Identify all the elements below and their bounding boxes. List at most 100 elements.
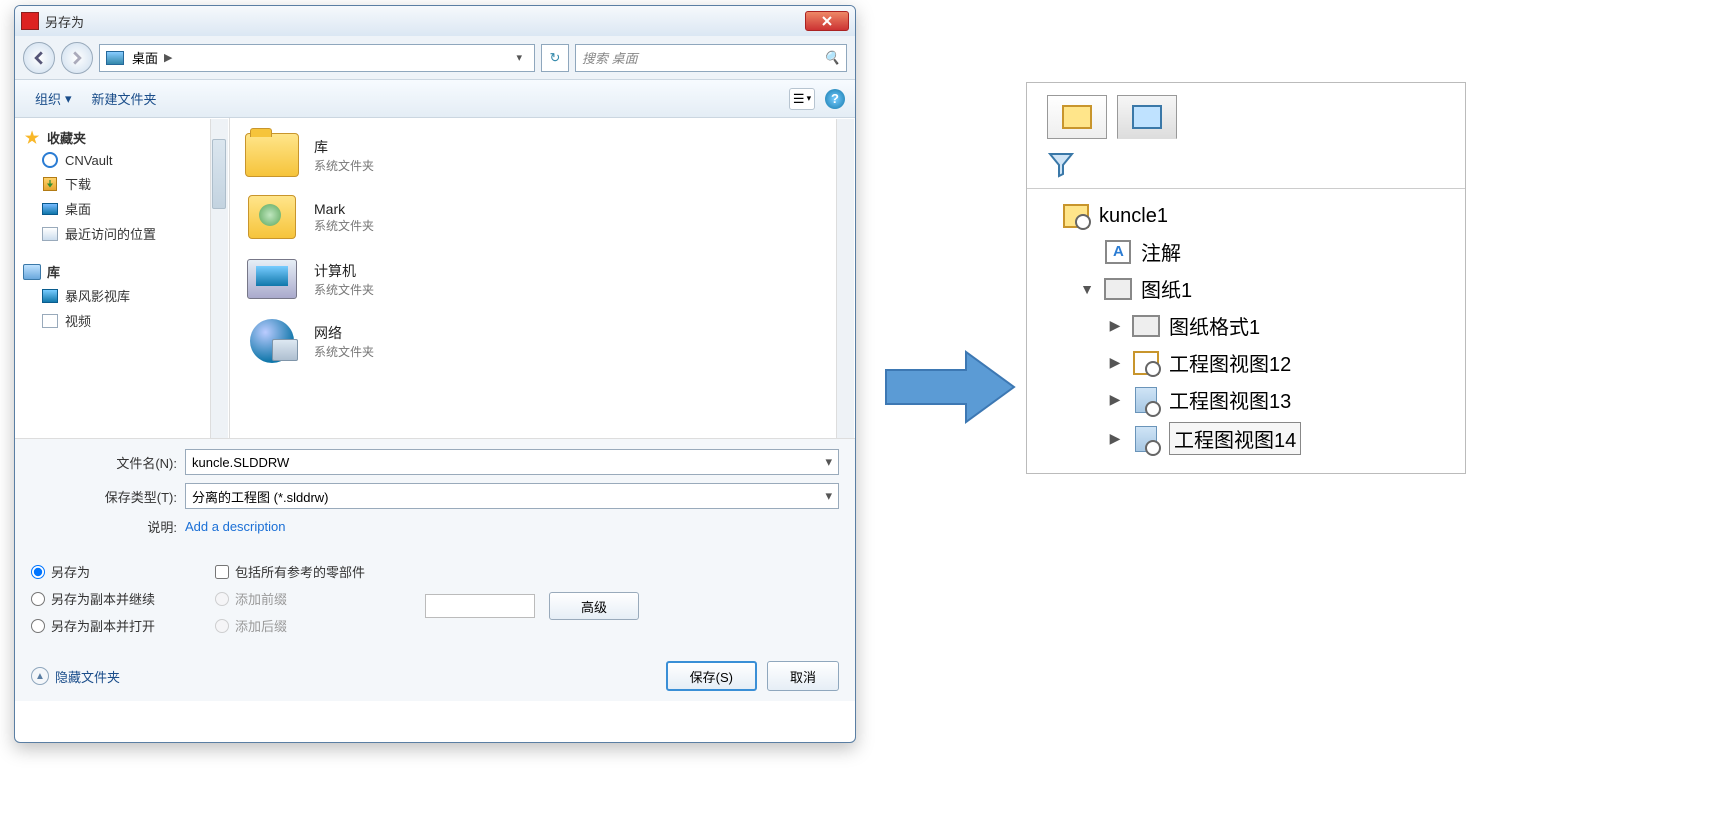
app-icon — [21, 12, 39, 30]
sidebar-item-downloads[interactable]: 下载 — [19, 171, 225, 196]
dialog-body: ★ 收藏夹 CNVault 下载 桌面 最近访问的位置 库 暴风影视库 视频 — [15, 118, 855, 438]
expand-icon[interactable]: ▶ — [1107, 430, 1123, 447]
sheet-icon — [1103, 276, 1133, 302]
titlebar: 另存为 — [15, 6, 855, 36]
radio-save-as[interactable]: 另存为 — [31, 562, 155, 581]
sidebar-favorites-header[interactable]: ★ 收藏夹 — [19, 126, 225, 149]
add-description-link[interactable]: Add a description — [185, 519, 285, 534]
feature-tree: kuncle1 注解 ▼ 图纸1 ▶ 图纸格式1 ▶ 工程图视图12 ▶ 工程图… — [1027, 189, 1465, 473]
main-scrollbar[interactable] — [836, 119, 854, 438]
checkbox-include-refs[interactable]: 包括所有参考的零部件 — [215, 562, 365, 581]
hide-folders-link[interactable]: ▲ 隐藏文件夹 — [31, 667, 120, 686]
search-placeholder: 搜索 桌面 — [582, 48, 638, 67]
folder-entry-libraries[interactable]: 库系统文件夹 — [236, 124, 849, 186]
sidebar-item-baofeng[interactable]: 暴风影视库 — [19, 283, 225, 308]
options-area: 另存为 另存为副本并继续 另存为副本并打开 包括所有参考的零部件 添加前缀 添加… — [15, 554, 855, 651]
radio-input[interactable] — [31, 619, 45, 633]
chevron-down-icon: ▾ — [65, 91, 72, 107]
search-input[interactable]: 搜索 桌面 🔍 — [575, 44, 847, 72]
radio-input[interactable] — [31, 592, 45, 606]
nav-back-button[interactable] — [23, 42, 55, 74]
tree-view-12[interactable]: ▶ 工程图视图12 — [1035, 344, 1457, 381]
chevron-down-icon[interactable]: ▾ — [825, 488, 832, 504]
video-icon — [41, 313, 59, 329]
download-icon — [41, 176, 59, 192]
tab-property-manager[interactable] — [1117, 95, 1177, 139]
tree-root[interactable]: kuncle1 — [1035, 199, 1457, 233]
ie-icon — [41, 152, 59, 168]
view-mode-button[interactable]: ☰▾ — [789, 88, 815, 110]
drawing-view-icon — [1131, 387, 1161, 413]
sidebar: ★ 收藏夹 CNVault 下载 桌面 最近访问的位置 库 暴风影视库 视频 — [15, 118, 230, 438]
recent-icon — [41, 226, 59, 242]
sidebar-item-recent[interactable]: 最近访问的位置 — [19, 221, 225, 246]
toolbar: 组织▾ 新建文件夹 ☰▾ ? — [15, 80, 855, 118]
filetype-select[interactable]: 分离的工程图 (*.slddrw)▾ — [185, 483, 839, 509]
chevron-down-icon: ▾ — [807, 93, 812, 104]
radio-add-prefix: 添加前缀 — [215, 589, 365, 608]
tree-sheet[interactable]: ▼ 图纸1 — [1035, 270, 1457, 307]
folder-entry-network[interactable]: 网络系统文件夹 — [236, 310, 849, 372]
property-icon — [1132, 105, 1162, 129]
collapse-icon[interactable]: ▼ — [1079, 281, 1095, 297]
filename-input[interactable]: kuncle.SLDDRW▾ — [185, 449, 839, 475]
radio-save-copy-open[interactable]: 另存为副本并打开 — [31, 616, 155, 635]
expand-icon[interactable]: ▶ — [1107, 391, 1123, 408]
folder-entry-mark[interactable]: Mark系统文件夹 — [236, 186, 849, 248]
checkbox-input[interactable] — [215, 565, 229, 579]
tree-annotations[interactable]: 注解 — [1035, 233, 1457, 270]
sidebar-item-cnvault[interactable]: CNVault — [19, 149, 225, 171]
filter-row[interactable] — [1027, 139, 1465, 189]
sheet-format-icon — [1131, 313, 1161, 339]
sidebar-libraries-header[interactable]: 库 — [19, 260, 225, 283]
arrow-icon — [880, 342, 1020, 432]
organize-button[interactable]: 组织▾ — [25, 85, 82, 112]
save-button[interactable]: 保存(S) — [666, 661, 757, 691]
library-icon — [23, 264, 41, 280]
chevron-down-icon[interactable]: ▾ — [516, 51, 522, 64]
video-icon — [41, 288, 59, 304]
refresh-button[interactable]: ↻ — [541, 44, 569, 72]
scroll-thumb[interactable] — [212, 139, 226, 209]
help-icon[interactable]: ? — [825, 89, 845, 109]
breadcrumb[interactable]: 桌面 ▶ ▾ — [99, 44, 535, 72]
tree-tabs — [1027, 83, 1465, 139]
expand-icon[interactable]: ▶ — [1107, 317, 1123, 334]
advanced-button[interactable]: 高级 — [549, 592, 639, 620]
computer-icon — [242, 254, 302, 304]
desktop-icon — [106, 51, 124, 65]
nav-forward-button[interactable] — [61, 42, 93, 74]
desktop-icon — [41, 201, 59, 217]
new-folder-button[interactable]: 新建文件夹 — [82, 85, 167, 112]
tab-feature-manager[interactable] — [1047, 95, 1107, 139]
radio-input[interactable] — [31, 565, 45, 579]
prefix-input[interactable] — [425, 594, 535, 618]
filetype-label: 保存类型(T): — [25, 487, 185, 506]
tree-sheet-format[interactable]: ▶ 图纸格式1 — [1035, 307, 1457, 344]
filename-label: 文件名(N): — [25, 453, 185, 472]
drawing-view-icon — [1131, 350, 1161, 376]
folder-entry-computer[interactable]: 计算机系统文件夹 — [236, 248, 849, 310]
annotations-icon — [1103, 239, 1133, 265]
funnel-icon — [1047, 150, 1075, 178]
sidebar-scrollbar[interactable] — [210, 119, 228, 438]
radio-input — [215, 619, 229, 633]
star-icon: ★ — [23, 130, 41, 146]
nav-row: 桌面 ▶ ▾ ↻ 搜索 桌面 🔍 — [15, 36, 855, 80]
chevron-down-icon[interactable]: ▾ — [825, 454, 832, 470]
radio-add-suffix: 添加后缀 — [215, 616, 365, 635]
description-label: 说明: — [25, 517, 185, 536]
sidebar-item-videos[interactable]: 视频 — [19, 308, 225, 333]
tree-view-14[interactable]: ▶ 工程图视图14 — [1035, 418, 1457, 459]
sidebar-item-desktop[interactable]: 桌面 — [19, 196, 225, 221]
close-button[interactable] — [805, 11, 849, 31]
tree-view-13[interactable]: ▶ 工程图视图13 — [1035, 381, 1457, 418]
cancel-button[interactable]: 取消 — [767, 661, 839, 691]
folder-icon — [242, 130, 302, 180]
main-file-area[interactable]: 库系统文件夹 Mark系统文件夹 计算机系统文件夹 网络系统文件夹 — [230, 118, 855, 438]
feature-tree-icon — [1062, 105, 1092, 129]
expand-icon[interactable]: ▶ — [1107, 354, 1123, 371]
radio-save-copy-continue[interactable]: 另存为副本并继续 — [31, 589, 155, 608]
form-area: 文件名(N): kuncle.SLDDRW▾ 保存类型(T): 分离的工程图 (… — [15, 438, 855, 554]
dialog-footer: ▲ 隐藏文件夹 保存(S) 取消 — [15, 651, 855, 701]
